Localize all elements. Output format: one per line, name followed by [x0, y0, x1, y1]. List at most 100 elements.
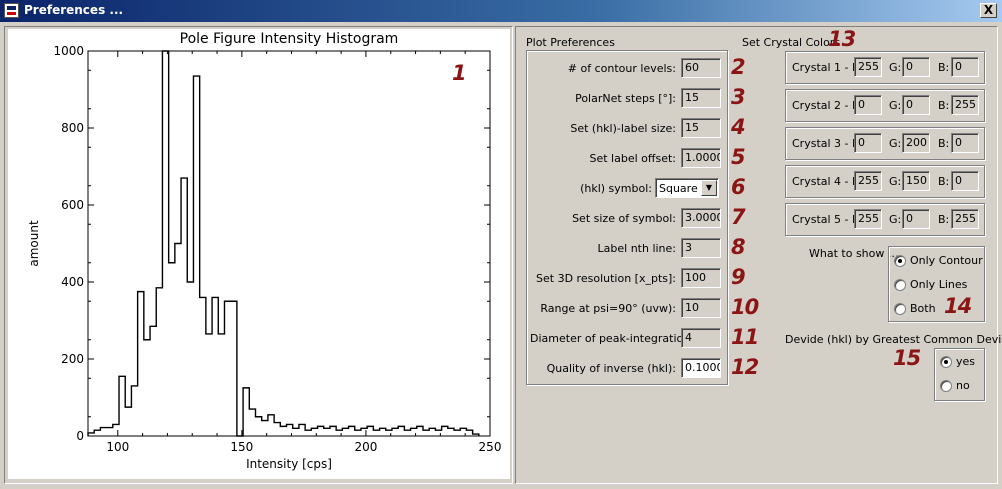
crystal-4-g-label: G: [889, 175, 902, 188]
callout-8: 8 [731, 235, 746, 259]
crystal-3-r-input[interactable]: 0 [854, 133, 882, 153]
what-to-show-option-label-3[interactable]: Both [910, 302, 936, 315]
app-icon [4, 3, 19, 18]
crystal-3-label: Crystal 3 - R: [792, 137, 864, 150]
y-axis-label: amount [27, 220, 41, 267]
hkl-symbol-select[interactable]: Square ▼ [655, 178, 719, 198]
histogram-bin-45 [361, 428, 367, 436]
histogram-bin-18 [193, 76, 199, 436]
crystal-1-b-input[interactable]: 0 [951, 57, 979, 77]
pref-input-10[interactable]: 4 [681, 328, 721, 348]
histogram-bin-44 [355, 430, 361, 436]
crystal-2-b-input[interactable]: 255 [951, 95, 979, 115]
histogram-bin-3 [100, 428, 106, 436]
histogram-bin-42 [342, 428, 348, 436]
y-tick-label-400: 400 [61, 275, 84, 289]
gcd-radio-1[interactable] [940, 356, 952, 368]
histogram-bin-54 [417, 426, 423, 436]
what-to-show-option-label-2[interactable]: Only Lines [910, 278, 967, 291]
histogram-bin-40 [330, 426, 336, 436]
pref-input-1[interactable]: 60 [681, 58, 721, 78]
crystal-3-b-input[interactable]: 0 [951, 133, 979, 153]
gcd-radio-2[interactable] [940, 380, 952, 392]
pref-input-7[interactable]: 3 [681, 238, 721, 258]
histogram-bin-1 [88, 433, 94, 436]
callout-3: 3 [731, 85, 746, 109]
gcd-option-label-1[interactable]: yes [956, 355, 975, 368]
callout-12: 12 [731, 355, 759, 379]
x-tick-label-250: 250 [479, 440, 502, 454]
histogram-plot: Pole Figure Intensity Histogram Intensity… [8, 29, 510, 479]
pref-label-2: PolarNet steps [°]: [575, 92, 676, 105]
what-to-show-option-label-1[interactable]: Only Contour [910, 254, 983, 267]
histogram-bin-8 [131, 386, 137, 436]
pref-input-11[interactable]: 0.1000 [681, 358, 721, 378]
x-tick-label-150: 150 [230, 440, 253, 454]
histogram-bin-46 [367, 426, 373, 436]
crystal-5-r-input[interactable]: 255 [854, 209, 882, 229]
crystal-4-r-input[interactable]: 255 [854, 171, 882, 191]
pref-label-7: Label nth line: [597, 242, 676, 255]
what-to-show-radio-1[interactable] [894, 255, 906, 267]
crystal-2-r-input[interactable]: 0 [854, 95, 882, 115]
crystal-1-label: Crystal 1 - R: [792, 61, 864, 74]
crystal-4-b-label: B: [938, 175, 950, 188]
histogram-bin-22 [218, 334, 224, 436]
crystal-1-r-input[interactable]: 255 [854, 57, 882, 77]
pref-label-8: Set 3D resolution [x_pts]: [536, 272, 676, 285]
gcd-option-label-2[interactable]: no [956, 379, 970, 392]
crystal-5-b-input[interactable]: 255 [951, 209, 979, 229]
histogram-bin-36 [305, 430, 311, 436]
close-button[interactable]: X [980, 3, 997, 18]
histogram-bin-12 [156, 288, 162, 436]
pref-input-9[interactable]: 10 [681, 298, 721, 318]
histogram-bin-35 [299, 424, 305, 436]
histogram-bin-50 [392, 428, 398, 436]
what-to-show-radio-3[interactable] [894, 303, 906, 315]
histogram-bin-15 [175, 244, 181, 437]
histogram-bin-20 [206, 334, 212, 436]
histogram-bin-47 [373, 430, 379, 436]
histogram-bin-55 [423, 430, 429, 436]
pref-input-8[interactable]: 100 [681, 268, 721, 288]
histogram-bin-17 [187, 282, 193, 436]
crystal-3-b-label: B: [938, 137, 950, 150]
histogram-bin-16 [181, 178, 187, 436]
histogram-bin-29 [262, 421, 268, 436]
crystal-1-g-label: G: [889, 61, 902, 74]
histogram-bin-34 [293, 428, 299, 436]
crystal-5-g-label: G: [889, 213, 902, 226]
pref-input-6[interactable]: 3.0000 [681, 208, 721, 228]
crystal-2-g-input[interactable]: 0 [902, 95, 930, 115]
pref-label-6: Set size of symbol: [572, 212, 676, 225]
crystal-3-g-input[interactable]: 200 [902, 133, 930, 153]
x-axis-label: Intensity [cps] [246, 457, 332, 471]
histogram-bin-31 [274, 423, 280, 436]
pref-label-4: Set label offset: [589, 152, 677, 165]
histogram-bin-60 [454, 430, 460, 436]
y-tick-label-600: 600 [61, 198, 84, 212]
pref-label-9: Range at psi=90° (uvw): [540, 302, 676, 315]
pref-input-4[interactable]: 1.0000 [681, 148, 721, 168]
window-title: Preferences ... [24, 3, 124, 17]
crystal-5-g-input[interactable]: 0 [902, 209, 930, 229]
title-bar[interactable]: Preferences ... X [0, 0, 1002, 22]
histogram-bin-52 [404, 430, 410, 436]
callout-5: 5 [731, 145, 746, 169]
histogram-bin-21 [212, 297, 218, 436]
crystal-1-g-input[interactable]: 0 [902, 57, 930, 77]
y-tick-label-0: 0 [76, 429, 84, 443]
dropdown-arrow-icon[interactable]: ▼ [701, 180, 717, 196]
pref-input-3[interactable]: 15 [681, 118, 721, 138]
y-tick-label-200: 200 [61, 352, 84, 366]
crystal-4-g-input[interactable]: 150 [902, 171, 930, 191]
callout-11: 11 [731, 325, 759, 349]
crystal-2-b-label: B: [938, 99, 950, 112]
histogram-bin-61 [460, 428, 466, 436]
pref-input-2[interactable]: 15 [681, 88, 721, 108]
pref-label-11: Quality of inverse (hkl): [546, 362, 676, 375]
histogram-bin-14 [169, 263, 175, 436]
crystal-4-b-input[interactable]: 0 [951, 171, 979, 191]
what-to-show-radio-2[interactable] [894, 279, 906, 291]
histogram-bin-27 [249, 409, 255, 436]
